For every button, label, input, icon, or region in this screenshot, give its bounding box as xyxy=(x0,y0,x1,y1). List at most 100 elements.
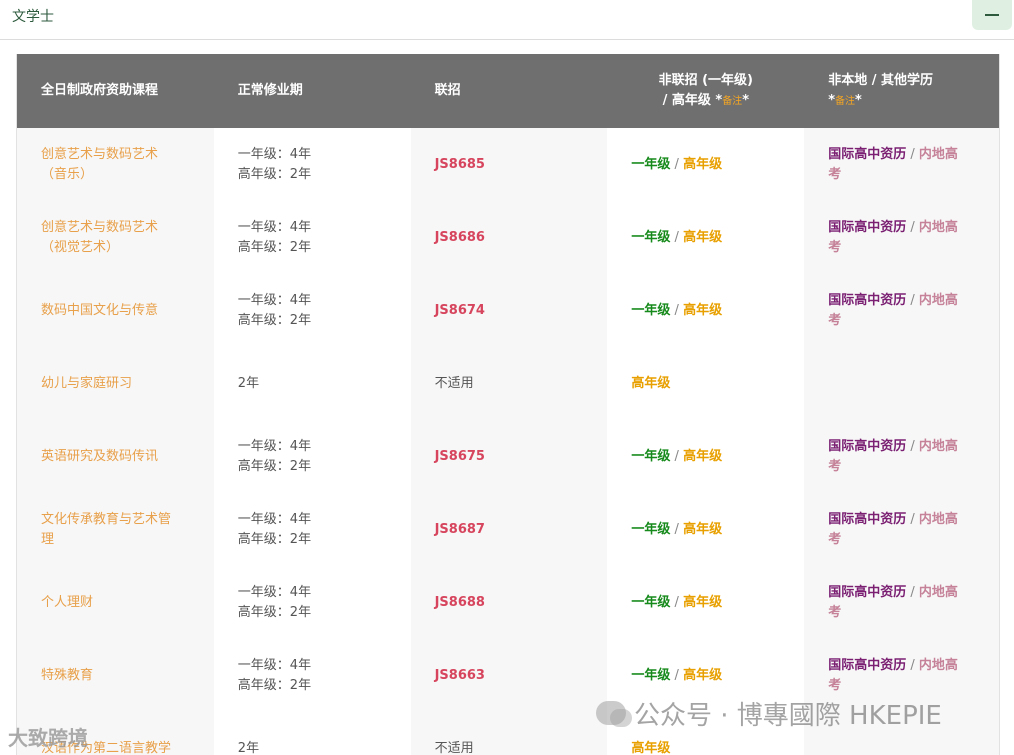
senior-year-link[interactable]: 高年级 xyxy=(683,157,722,172)
nonlocal-cell: 国际高中资历 / 内地高考 xyxy=(804,566,999,639)
duration-line2: 高年级：2年 xyxy=(237,312,312,328)
senior-year-link[interactable]: 高年级 xyxy=(683,668,722,683)
gaokao-link[interactable]: 内地高 xyxy=(919,585,958,600)
nonlocal-line1: 国际高中资历 / 内地高 xyxy=(828,145,999,165)
course-link[interactable]: 创意艺术与数码艺术 xyxy=(41,145,214,165)
gaokao-link-cont[interactable]: 考 xyxy=(828,457,999,477)
gaokao-link[interactable]: 内地高 xyxy=(919,293,958,308)
year1-link[interactable]: 一年级 xyxy=(631,668,670,683)
table-header-row: 全日制政府资助课程 正常修业期 联招 非联招 (一年级) / 高年级 *备注* … xyxy=(17,54,999,128)
header-nonlocal-note-link[interactable]: 备注 xyxy=(835,96,855,107)
header-nonlocal-line1: 非本地 / 其他学历 xyxy=(828,72,933,88)
header-non-jupas-end: * xyxy=(742,92,749,108)
course-cell: 幼儿与家庭研习 xyxy=(17,347,214,420)
ib-qualification-link[interactable]: 国际高中资历 xyxy=(828,439,906,454)
duration-cell: 一年级：4年 高年级：2年 xyxy=(213,493,411,566)
duration-cell: 一年级：4年 高年级：2年 xyxy=(213,201,411,274)
gaokao-link[interactable]: 内地高 xyxy=(919,512,958,527)
course-link[interactable]: 幼儿与家庭研习 xyxy=(41,374,214,394)
ib-qualification-link[interactable]: 国际高中资历 xyxy=(828,220,906,235)
programme-table-container: 全日制政府资助课程 正常修业期 联招 非联招 (一年级) / 高年级 *备注* … xyxy=(16,54,1000,755)
course-link-cont[interactable]: 理 xyxy=(41,530,214,550)
jupas-cell: 不适用 xyxy=(410,712,608,755)
gaokao-link[interactable]: 内地高 xyxy=(919,439,958,454)
gaokao-link-cont[interactable]: 考 xyxy=(828,165,999,185)
separator: / xyxy=(670,156,684,172)
table-row: 创意艺术与数码艺术 （音乐） 一年级：4年 高年级：2年 JS8685 一年级 / 高年级… xyxy=(17,128,999,201)
senior-year-link[interactable]: 高年级 xyxy=(683,230,722,245)
senior-year-link[interactable]: 高年级 xyxy=(683,522,722,537)
section-header[interactable]: 文学士 xyxy=(0,0,1014,40)
gaokao-link[interactable]: 内地高 xyxy=(919,220,958,235)
course-link-cont[interactable]: （视觉艺术） xyxy=(41,238,214,258)
jupas-cell: JS8674 xyxy=(410,274,608,347)
separator: / xyxy=(906,511,919,527)
programme-table: 全日制政府资助课程 正常修业期 联招 非联招 (一年级) / 高年级 *备注* … xyxy=(17,54,999,755)
jupas-code-link[interactable]: JS8687 xyxy=(435,522,485,537)
separator: / xyxy=(670,521,684,537)
jupas-code-link[interactable]: JS8688 xyxy=(435,595,485,610)
non-jupas-cell: 一年级 / 高年级 xyxy=(607,566,805,639)
year1-link[interactable]: 一年级 xyxy=(631,595,670,610)
duration-line2: 高年级：2年 xyxy=(237,239,312,255)
ib-qualification-link[interactable]: 国际高中资历 xyxy=(828,585,906,600)
course-cell: 文化传承教育与艺术管理 xyxy=(17,493,214,566)
nonlocal-cell: 国际高中资历 / 内地高考 xyxy=(804,201,999,274)
collapse-button[interactable] xyxy=(972,0,1012,30)
duration-line1: 2年 xyxy=(237,740,260,755)
separator: / xyxy=(670,302,684,318)
header-course: 全日制政府资助课程 xyxy=(17,54,214,128)
course-link[interactable]: 特殊教育 xyxy=(41,666,214,686)
senior-year-link[interactable]: 高年级 xyxy=(631,741,670,755)
duration-line2: 高年级：2年 xyxy=(237,604,312,620)
nonlocal-line1: 国际高中资历 / 内地高 xyxy=(828,583,999,603)
table-row: 数码中国文化与传意 一年级：4年 高年级：2年 JS8674 一年级 / 高年级 国际高中… xyxy=(17,274,999,347)
gaokao-link-cont[interactable]: 考 xyxy=(828,238,999,258)
year1-link[interactable]: 一年级 xyxy=(631,157,670,172)
watermark-text: 公众号 · 博專國際 HKEPIE xyxy=(634,700,942,731)
non-jupas-cell: 一年级 / 高年级 xyxy=(607,420,805,493)
course-link[interactable]: 个人理财 xyxy=(41,593,214,613)
year1-link[interactable]: 一年级 xyxy=(631,522,670,537)
year1-link[interactable]: 一年级 xyxy=(631,230,670,245)
duration-cell: 一年级：4年 高年级：2年 xyxy=(213,639,411,712)
ib-qualification-link[interactable]: 国际高中资历 xyxy=(828,658,906,673)
senior-year-link[interactable]: 高年级 xyxy=(683,449,722,464)
gaokao-link-cont[interactable]: 考 xyxy=(828,676,999,696)
course-link[interactable]: 数码中国文化与传意 xyxy=(41,301,214,321)
gaokao-link[interactable]: 内地高 xyxy=(919,147,958,162)
duration-cell: 一年级：4年 高年级：2年 xyxy=(213,420,411,493)
year1-link[interactable]: 一年级 xyxy=(631,303,670,318)
jupas-code-link[interactable]: JS8675 xyxy=(435,449,485,464)
jupas-code-link[interactable]: JS8663 xyxy=(435,668,485,683)
table-row: 个人理财 一年级：4年 高年级：2年 JS8688 一年级 / 高年级 国际高中资历 / … xyxy=(17,566,999,639)
senior-year-link[interactable]: 高年级 xyxy=(683,303,722,318)
gaokao-link-cont[interactable]: 考 xyxy=(828,311,999,331)
gaokao-link[interactable]: 内地高 xyxy=(919,658,958,673)
jupas-code-link[interactable]: JS8674 xyxy=(435,303,485,318)
senior-year-link[interactable]: 高年级 xyxy=(631,376,670,391)
ib-qualification-link[interactable]: 国际高中资历 xyxy=(828,147,906,162)
course-cell: 个人理财 xyxy=(17,566,214,639)
duration-line2: 高年级：2年 xyxy=(237,531,312,547)
course-link[interactable]: 文化传承教育与艺术管 xyxy=(41,510,214,530)
duration-cell: 一年级：4年 高年级：2年 xyxy=(213,566,411,639)
gaokao-link-cont[interactable]: 考 xyxy=(828,603,999,623)
jupas-code-link[interactable]: JS8685 xyxy=(435,157,485,172)
ib-qualification-link[interactable]: 国际高中资历 xyxy=(828,512,906,527)
course-link[interactable]: 创意艺术与数码艺术 xyxy=(41,218,214,238)
senior-year-link[interactable]: 高年级 xyxy=(683,595,722,610)
header-non-jupas-note-link[interactable]: 备注 xyxy=(722,96,742,107)
separator: / xyxy=(906,146,919,162)
jupas-cell: JS8663 xyxy=(410,639,608,712)
ib-qualification-link[interactable]: 国际高中资历 xyxy=(828,293,906,308)
jupas-cell: JS8687 xyxy=(410,493,608,566)
jupas-code-link[interactable]: JS8686 xyxy=(435,230,485,245)
separator: / xyxy=(906,292,919,308)
gaokao-link-cont[interactable]: 考 xyxy=(828,530,999,550)
course-link[interactable]: 英语研究及数码传讯 xyxy=(41,447,214,467)
course-link-cont[interactable]: （音乐） xyxy=(41,165,214,185)
table-row: 文化传承教育与艺术管理一年级：4年 高年级：2年 JS8687 一年级 / 高年级 国际… xyxy=(17,493,999,566)
year1-link[interactable]: 一年级 xyxy=(631,449,670,464)
nonlocal-line1: 国际高中资历 / 内地高 xyxy=(828,437,999,457)
